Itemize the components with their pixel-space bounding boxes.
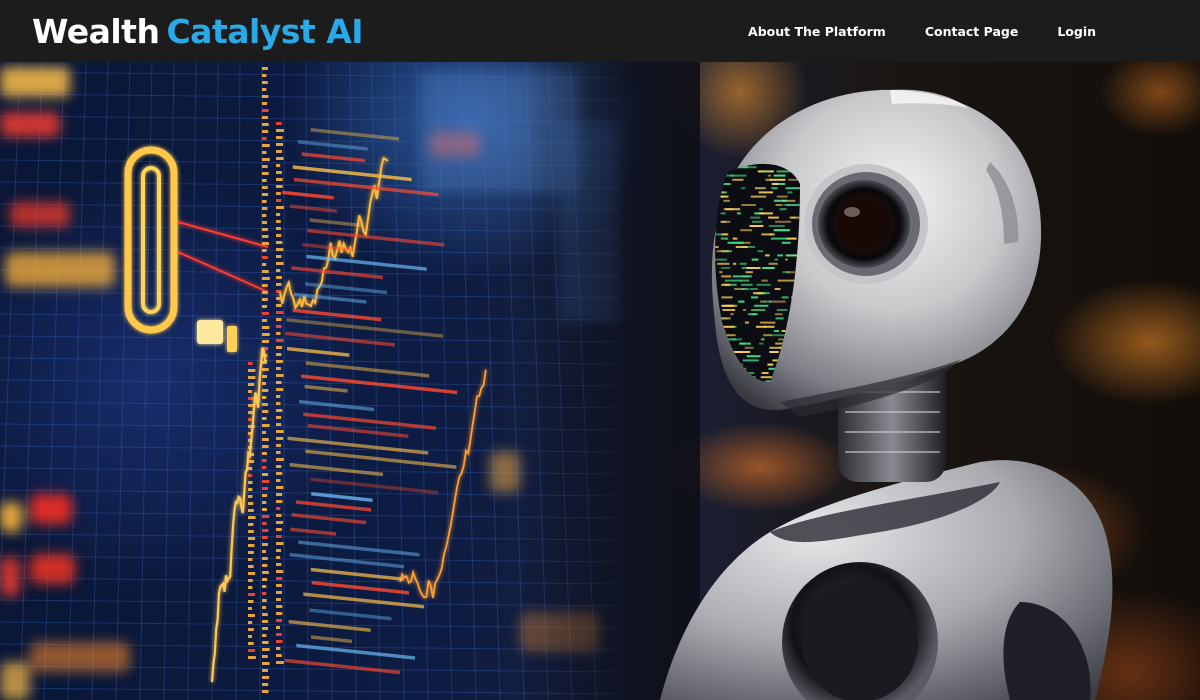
robot-illustration: [660, 89, 1113, 700]
main-nav: About The Platform Contact Page Login: [748, 0, 1096, 62]
brand-logo[interactable]: Wealth Catalyst AI: [32, 11, 364, 51]
top-navbar: Wealth Catalyst AI About The Platform Co…: [0, 0, 1200, 62]
nav-link-login[interactable]: Login: [1057, 24, 1096, 39]
brand-word-wealth: Wealth: [32, 11, 160, 51]
hero-banner: [0, 62, 1200, 700]
brand-word-catalyst-ai: Catalyst AI: [166, 11, 364, 51]
nav-link-contact-page[interactable]: Contact Page: [925, 24, 1019, 39]
nav-link-about-platform[interactable]: About The Platform: [748, 24, 886, 39]
